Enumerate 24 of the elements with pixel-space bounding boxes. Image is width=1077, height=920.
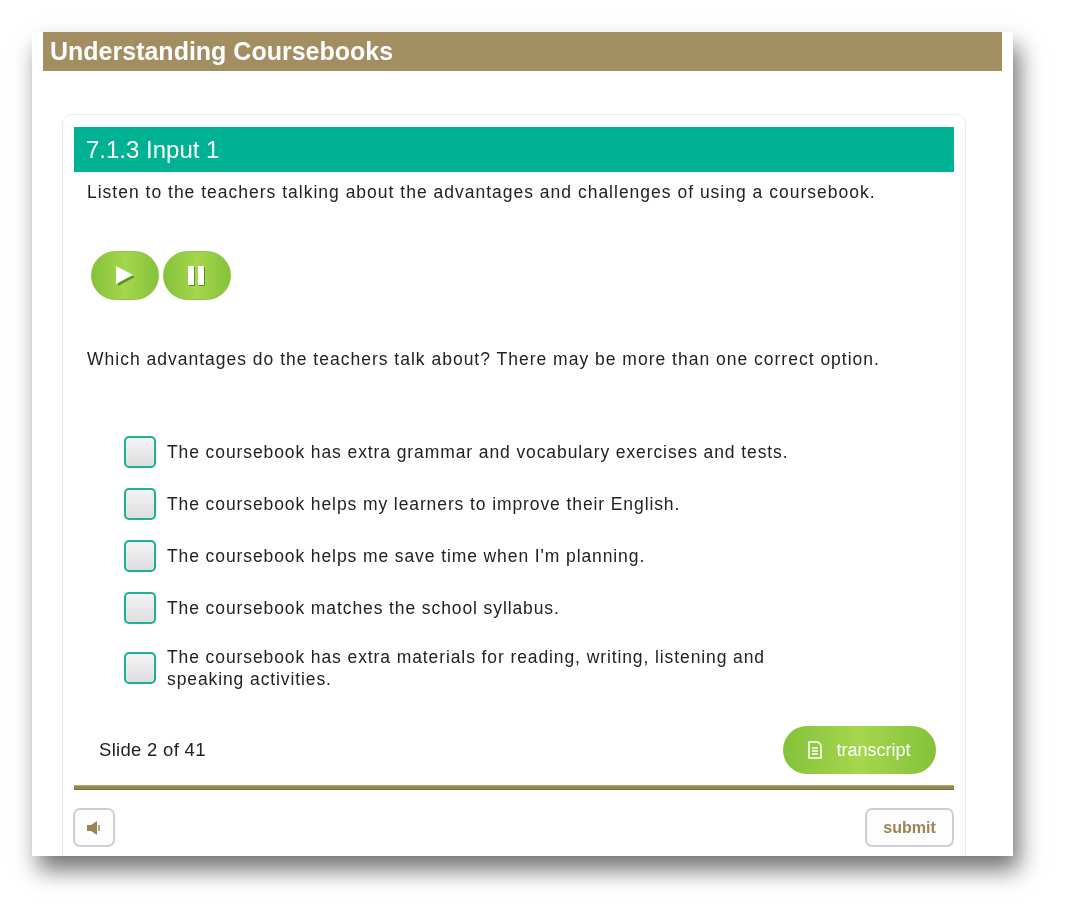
option-checkbox[interactable] (124, 592, 156, 624)
pause-icon (186, 264, 208, 287)
play-icon (115, 264, 135, 287)
option-checkbox[interactable] (124, 436, 156, 468)
slide-counter: Slide 2 of 41 (99, 738, 206, 763)
sound-button[interactable] (73, 808, 115, 847)
option-text: The coursebook helps my learners to improve their English. (167, 493, 681, 515)
option-checkbox[interactable] (124, 488, 156, 520)
submit-button[interactable]: submit (865, 808, 954, 847)
speaker-icon (86, 819, 102, 836)
slide-heading: 7.1.3 Input 1 (74, 127, 954, 172)
option-checkbox[interactable] (124, 540, 156, 572)
window-title: Understanding Coursebooks (43, 32, 1002, 71)
option-text: The coursebook has extra materials for reading, writing, listening and speaking activities. (167, 646, 766, 690)
document-icon (808, 741, 823, 759)
option-text: The coursebook has extra grammar and vocabulary exercises and tests. (167, 441, 789, 463)
option-text: The coursebook helps me save time when I'm planning. (167, 545, 646, 567)
play-button[interactable] (91, 251, 159, 300)
transcript-button[interactable]: transcript (783, 726, 936, 774)
option-checkbox[interactable] (124, 652, 156, 684)
instruction-text: Listen to the teachers talking about the advantages and challenges of using a coursebook. (86, 181, 877, 203)
question-text: Which advantages do the teachers talk about? There may be more than one correct option. (86, 348, 881, 370)
option-text: The coursebook matches the school syllabus. (167, 597, 560, 619)
pause-button[interactable] (163, 251, 231, 300)
